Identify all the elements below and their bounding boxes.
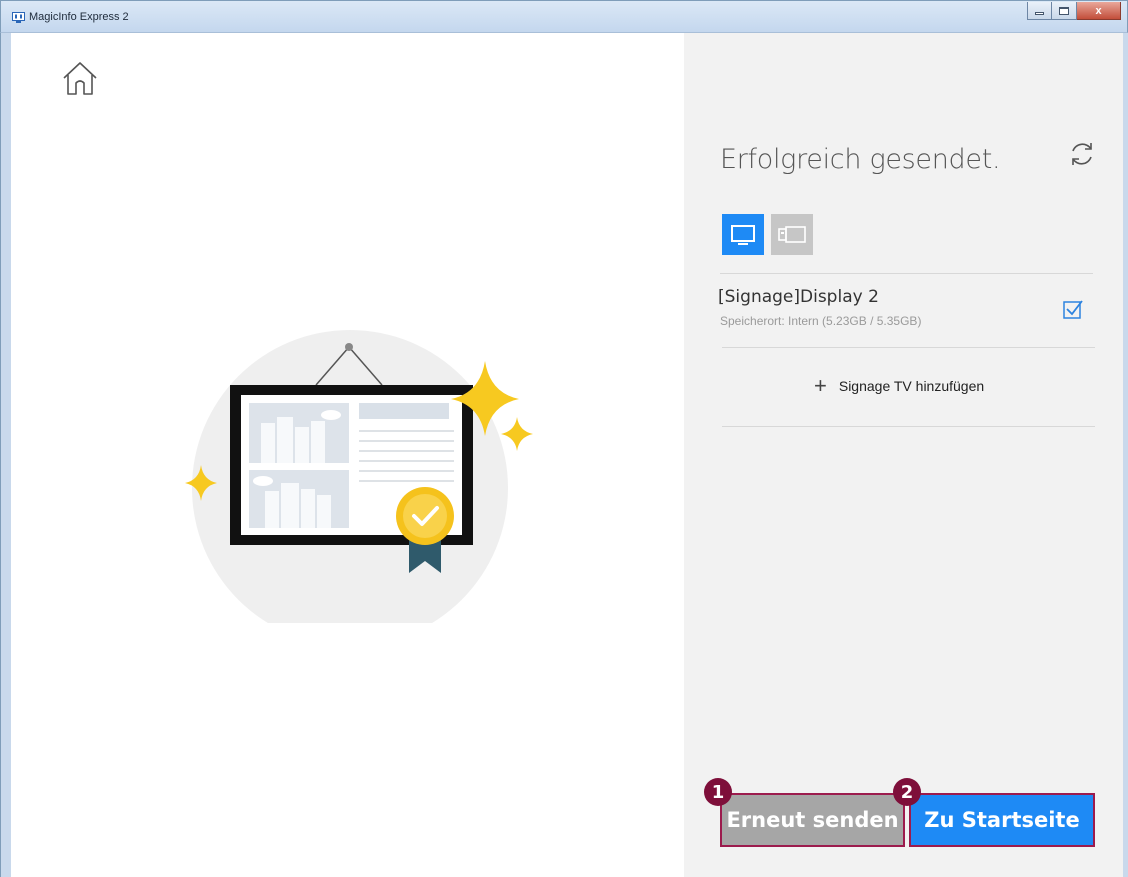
divider — [722, 426, 1095, 427]
window-title: MagicInfo Express 2 — [29, 11, 129, 23]
window-frame-left — [0, 33, 11, 877]
app-icon — [12, 12, 25, 23]
success-illustration — [185, 330, 533, 623]
status-title: Erfolgreich gesendet. — [720, 144, 1001, 175]
go-to-home-button[interactable]: Zu Startseite — [909, 793, 1095, 847]
device-name: [Signage]Display 2 — [718, 287, 879, 307]
home-button[interactable] — [61, 59, 99, 97]
callout-marker-1: 1 — [704, 778, 732, 806]
maximize-button[interactable] — [1052, 2, 1077, 20]
plus-icon: + — [814, 373, 827, 398]
usb-icon — [778, 225, 806, 243]
divider — [720, 273, 1093, 274]
maximize-icon — [1059, 6, 1069, 15]
add-signage-button[interactable]: + Signage TV hinzufügen — [814, 373, 985, 398]
window-controls: x — [1027, 2, 1121, 20]
device-checkbox[interactable] — [1063, 299, 1083, 319]
monitor-icon — [731, 224, 755, 245]
device-storage: Speicherort: Intern (5.23GB / 5.35GB) — [720, 314, 922, 328]
home-icon — [63, 62, 97, 95]
refresh-icon — [1072, 143, 1092, 165]
tab-usb[interactable] — [771, 214, 813, 255]
window-titlebar: MagicInfo Express 2 x — [0, 0, 1128, 33]
resend-button[interactable]: Erneut senden — [720, 793, 905, 847]
add-signage-label: Signage TV hinzufügen — [838, 378, 985, 394]
close-button[interactable]: x — [1077, 2, 1121, 20]
window-frame-right — [1123, 33, 1128, 877]
illustration-pane — [11, 33, 684, 877]
divider — [722, 347, 1095, 348]
callout-marker-2: 2 — [893, 778, 921, 806]
device-list-item[interactable]: [Signage]Display 2 Speicherort: Intern (… — [718, 283, 1098, 337]
minimize-button[interactable] — [1027, 2, 1052, 20]
send-result-panel: Erfolgreich gesendet. [Signage]Display 2… — [684, 33, 1123, 877]
tab-display[interactable] — [722, 214, 764, 255]
close-icon: x — [1095, 4, 1102, 17]
refresh-button[interactable] — [1067, 139, 1097, 169]
minimize-icon — [1035, 12, 1044, 15]
